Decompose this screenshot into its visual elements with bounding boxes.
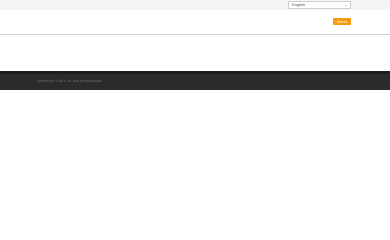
chevron-down-icon: ⌄ — [344, 2, 348, 7]
copyright-text: COPYRIGHT © 2017. ALL RIGHTS RESERVED. — [37, 79, 103, 83]
site-header — [0, 10, 390, 34]
language-select-value: English — [292, 2, 306, 7]
main-content — [0, 35, 390, 71]
page-background — [0, 90, 390, 240]
language-select[interactable]: English ⌄ — [288, 1, 351, 9]
menu-button[interactable]: Menu — [333, 18, 351, 25]
